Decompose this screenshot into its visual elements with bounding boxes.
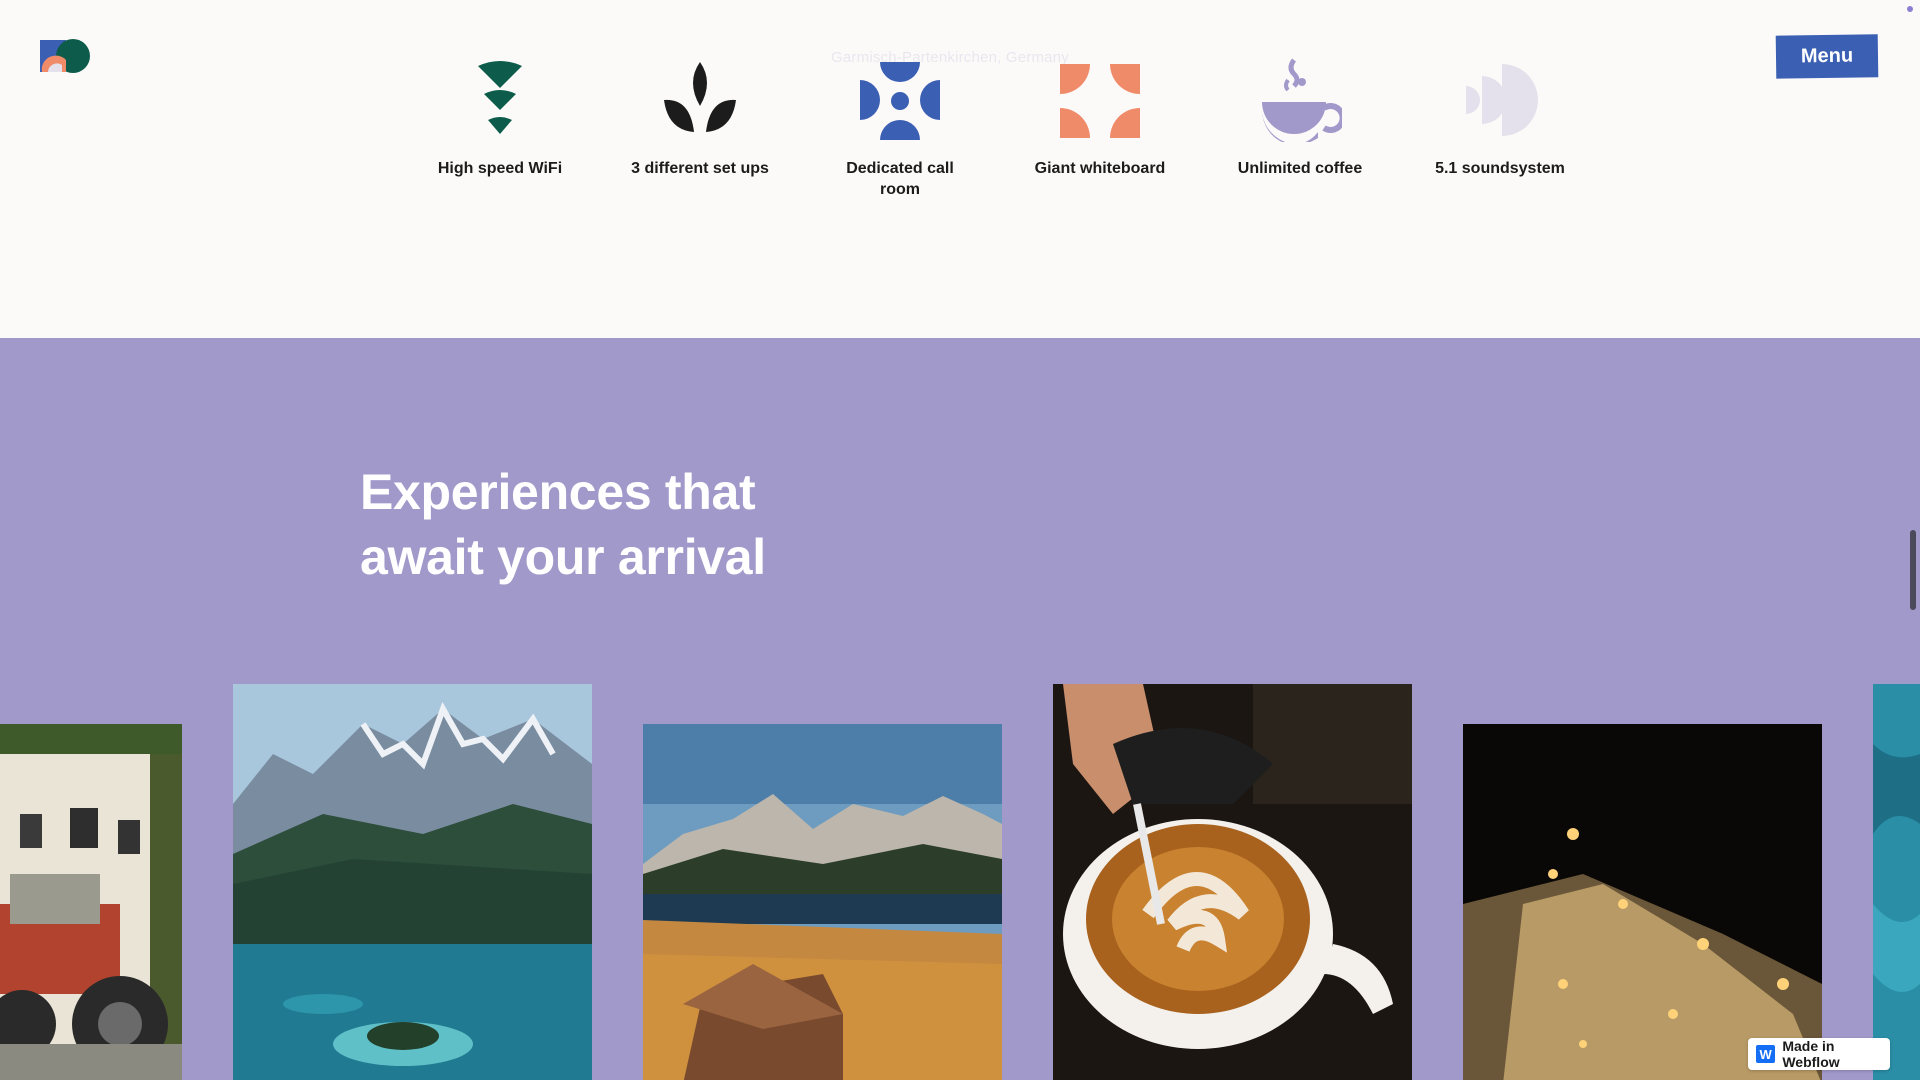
amenity-item: 5.1 soundsystem xyxy=(1420,58,1580,179)
amenity-item: Unlimited coffee xyxy=(1220,58,1380,179)
amenity-item: Giant whiteboard xyxy=(1020,58,1180,179)
amenities-list: High speed WiFi 3 different set ups Dedi… xyxy=(400,58,1565,218)
alpine-lake-photo[interactable] xyxy=(233,684,592,1080)
wifi-icon xyxy=(478,61,522,134)
section-title: Experiences that await your arrival xyxy=(360,464,766,585)
scrollbar-thumb[interactable] xyxy=(1910,530,1916,610)
amenity-label: Giant whiteboard xyxy=(1034,160,1166,177)
badge-label: Made in Webflow xyxy=(1782,1038,1840,1070)
amenities-section: Garmisch-Partenkirchen, Germany Menu Hig… xyxy=(0,0,1920,338)
made-in-webflow-badge[interactable]: W Made in Webflow xyxy=(1748,1038,1890,1070)
amenity-label: Unlimited coffee xyxy=(1237,160,1363,177)
brand-logo[interactable] xyxy=(40,38,92,74)
webflow-icon: W xyxy=(1756,1045,1776,1063)
whiteboard-icon xyxy=(1060,64,1140,138)
amenity-label: Dedicated call room xyxy=(846,160,954,198)
latte-art-photo[interactable] xyxy=(1053,684,1412,1080)
speaker-icon xyxy=(1466,64,1538,136)
amenity-item: Dedicated call room xyxy=(820,58,980,200)
amenity-label: 3 different set ups xyxy=(631,160,769,177)
experiences-section: Experiences that await your arrival xyxy=(0,338,1920,1080)
amenity-label: 5.1 soundsystem xyxy=(1435,160,1565,177)
amenity-label: High speed WiFi xyxy=(437,160,563,177)
menu-button[interactable]: Menu xyxy=(1775,34,1879,79)
amenity-item: 3 different set ups xyxy=(620,58,780,179)
call-room-icon xyxy=(860,62,940,140)
mountain-meadow-photo[interactable] xyxy=(643,724,1002,1080)
amenity-item: High speed WiFi xyxy=(420,58,580,179)
corner-dot xyxy=(1907,6,1913,12)
leaf-icon xyxy=(664,62,736,132)
coffee-icon xyxy=(1261,58,1342,142)
tractor-village-photo[interactable] xyxy=(0,724,182,1080)
night-ski-slope-photo[interactable] xyxy=(1463,724,1822,1080)
turquoise-water-photo[interactable] xyxy=(1873,684,1920,1080)
